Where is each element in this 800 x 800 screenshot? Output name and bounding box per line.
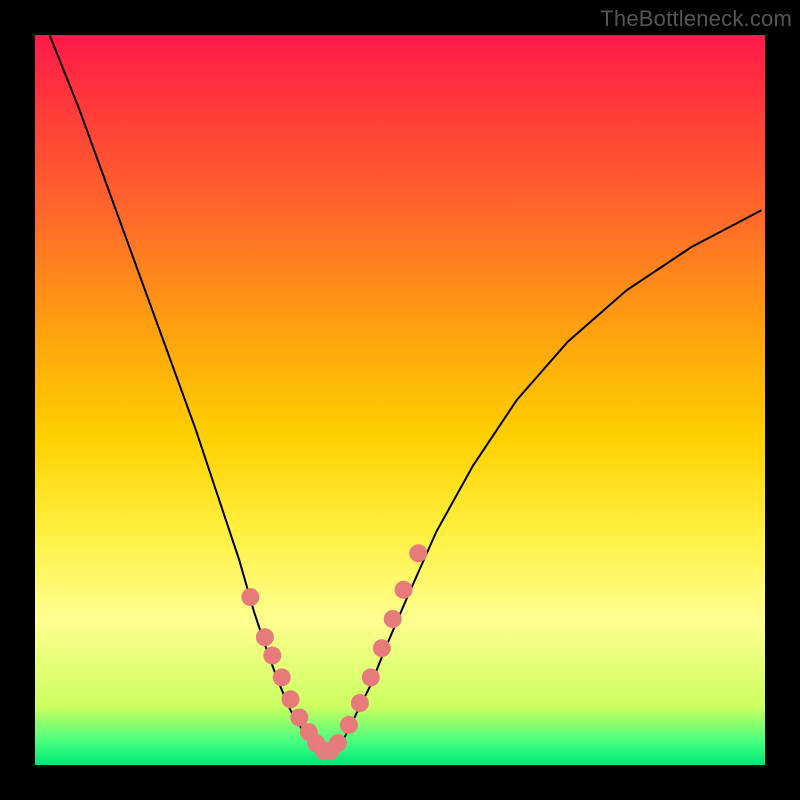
watermark-text: TheBottleneck.com — [600, 6, 792, 32]
chart-svg — [35, 35, 765, 765]
left-curve — [50, 35, 327, 754]
data-point — [241, 588, 259, 606]
data-point — [329, 734, 347, 752]
plot-area — [35, 35, 765, 765]
chart-frame: TheBottleneck.com — [0, 0, 800, 800]
data-point — [340, 716, 358, 734]
data-point — [263, 647, 281, 665]
right-curve — [327, 210, 761, 754]
data-point — [362, 668, 380, 686]
data-point — [256, 628, 274, 646]
data-point — [409, 544, 427, 562]
data-point — [351, 694, 369, 712]
data-point — [282, 690, 300, 708]
data-point — [373, 639, 391, 657]
data-point — [395, 581, 413, 599]
data-point — [273, 668, 291, 686]
data-point — [384, 610, 402, 628]
data-points-group — [241, 544, 427, 759]
